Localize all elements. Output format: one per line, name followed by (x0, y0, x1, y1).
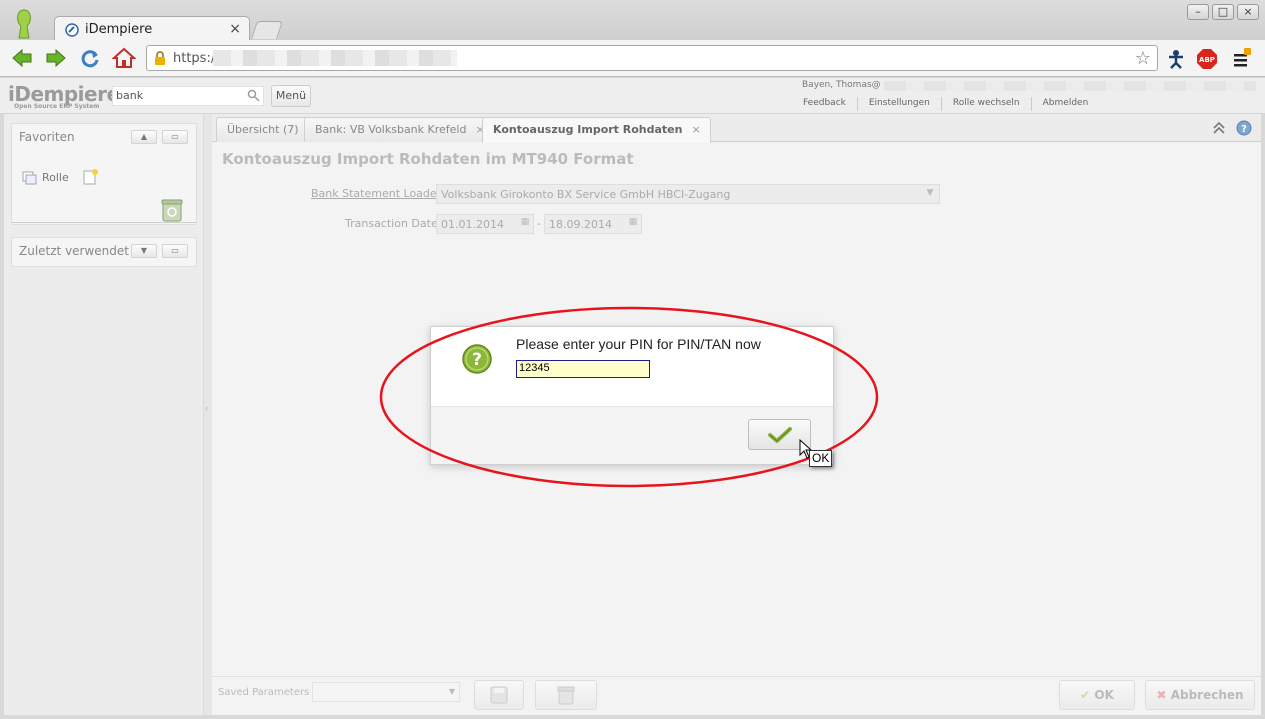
svg-text:?: ? (472, 350, 482, 370)
question-icon: ? (462, 344, 492, 374)
pin-dialog: ? Please enter your PIN for PIN/TAN now … (430, 326, 834, 465)
pin-input[interactable]: 12345 (516, 360, 650, 378)
ok-tooltip: OK (809, 450, 833, 467)
check-icon (768, 427, 792, 443)
dialog-footer (431, 406, 833, 464)
pin-prompt: Please enter your PIN for PIN/TAN now (516, 336, 761, 352)
